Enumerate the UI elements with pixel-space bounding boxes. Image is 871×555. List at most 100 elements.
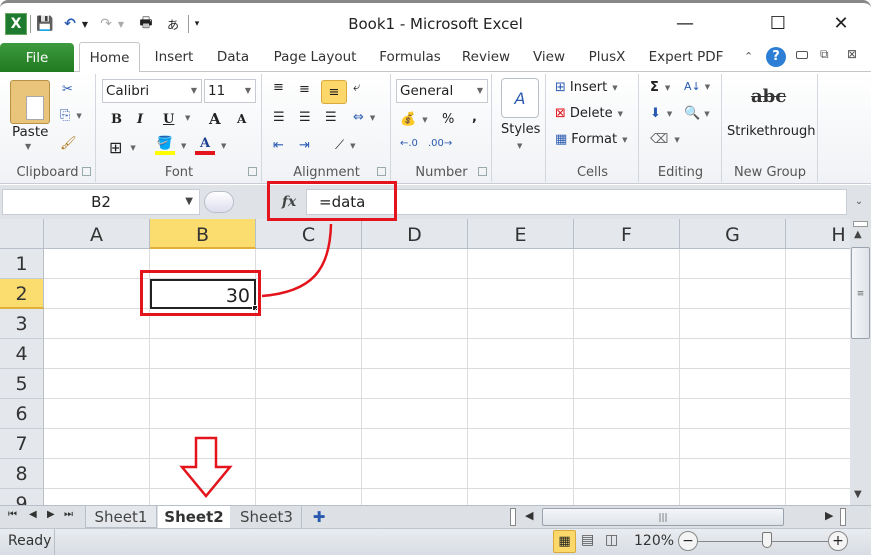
- cell-h9[interactable]: [786, 489, 850, 505]
- column-header-f[interactable]: F: [574, 219, 680, 249]
- tab-expert-pdf[interactable]: Expert PDF: [645, 42, 727, 72]
- scroll-down-icon[interactable]: ▼: [854, 489, 862, 500]
- first-sheet-icon[interactable]: ⏮: [8, 509, 17, 520]
- page-break-view-icon[interactable]: ◫: [605, 532, 618, 548]
- cell-d4[interactable]: [362, 339, 468, 369]
- worksheet-grid[interactable]: A B C D E F G H 1 2 30 3 4 5 6 7 8 9: [0, 219, 850, 505]
- cell-a9[interactable]: [44, 489, 150, 505]
- column-header-c[interactable]: C: [256, 219, 362, 249]
- wrap-text-icon[interactable]: ⤶: [353, 80, 360, 95]
- strikethrough-button[interactable]: Strikethrough: [727, 124, 815, 139]
- cell-a6[interactable]: [44, 399, 150, 429]
- font-color-dropdown-icon[interactable]: ▼: [221, 142, 226, 150]
- number-launcher-icon[interactable]: [478, 167, 487, 176]
- cell-a2[interactable]: [44, 279, 150, 309]
- row-header-5[interactable]: 5: [0, 369, 44, 399]
- cell-h7[interactable]: [786, 429, 850, 459]
- cell-c2[interactable]: [256, 279, 362, 309]
- tab-review[interactable]: Review: [458, 42, 514, 72]
- comma-style-button[interactable]: ,: [472, 110, 477, 125]
- row-header-2[interactable]: 2: [0, 279, 44, 309]
- horizontal-scroll-thumb[interactable]: |||: [542, 508, 784, 526]
- cell-f6[interactable]: [574, 399, 680, 429]
- bold-button[interactable]: B: [111, 112, 122, 127]
- column-header-h[interactable]: H: [786, 219, 850, 249]
- hscroll-split-box[interactable]: [840, 508, 846, 526]
- formula-bar-splitter[interactable]: [204, 191, 234, 213]
- cell-e5[interactable]: [468, 369, 574, 399]
- cell-e8[interactable]: [468, 459, 574, 489]
- cell-c7[interactable]: [256, 429, 362, 459]
- cell-f8[interactable]: [574, 459, 680, 489]
- column-header-e[interactable]: E: [468, 219, 574, 249]
- cut-icon[interactable]: ✂: [62, 82, 73, 97]
- column-header-a[interactable]: A: [44, 219, 150, 249]
- prev-sheet-icon[interactable]: ◀: [29, 509, 37, 520]
- cell-h1[interactable]: [786, 249, 850, 279]
- cell-h2[interactable]: [786, 279, 850, 309]
- font-name-combo[interactable]: Calibri ▼: [102, 79, 202, 103]
- scroll-right-icon[interactable]: ▶: [825, 509, 833, 522]
- tab-home[interactable]: Home: [79, 42, 140, 73]
- cell-a3[interactable]: [44, 309, 150, 339]
- cell-d7[interactable]: [362, 429, 468, 459]
- cell-f5[interactable]: [574, 369, 680, 399]
- styles-icon[interactable]: A: [501, 78, 539, 118]
- cell-b6[interactable]: [150, 399, 256, 429]
- sheet-tab-sheet1[interactable]: Sheet1: [85, 506, 157, 528]
- zoom-in-button[interactable]: +: [828, 531, 848, 551]
- align-bottom-icon[interactable]: ≡: [321, 80, 347, 104]
- cell-e3[interactable]: [468, 309, 574, 339]
- fill-color-dropdown-icon[interactable]: ▼: [181, 142, 186, 150]
- clear-icon[interactable]: ⌫ ▼: [650, 132, 680, 147]
- autosum-button[interactable]: Σ ▼: [650, 80, 670, 95]
- percent-style-button[interactable]: %: [442, 112, 454, 127]
- row-header-7[interactable]: 7: [0, 429, 44, 459]
- cell-h4[interactable]: [786, 339, 850, 369]
- cell-b7[interactable]: [150, 429, 256, 459]
- cell-c8[interactable]: [256, 459, 362, 489]
- align-center-icon[interactable]: ☰: [299, 110, 311, 125]
- close-button[interactable]: ✕: [821, 9, 861, 37]
- cell-g3[interactable]: [680, 309, 786, 339]
- tab-split-box[interactable]: [510, 508, 516, 526]
- next-sheet-icon[interactable]: ▶: [47, 509, 55, 520]
- zoom-out-button[interactable]: −: [678, 531, 698, 551]
- align-right-icon[interactable]: ☰: [325, 110, 337, 125]
- align-left-icon[interactable]: ☰: [273, 110, 285, 125]
- fill-icon[interactable]: ⬇ ▼: [650, 106, 672, 121]
- alignment-launcher-icon[interactable]: [377, 167, 386, 176]
- cell-f1[interactable]: [574, 249, 680, 279]
- cell-c9[interactable]: [256, 489, 362, 505]
- paste-dropdown-icon[interactable]: ▼: [25, 142, 31, 151]
- cell-e4[interactable]: [468, 339, 574, 369]
- vertical-scroll-thumb[interactable]: ≡: [851, 247, 870, 339]
- cell-a7[interactable]: [44, 429, 150, 459]
- cell-g9[interactable]: [680, 489, 786, 505]
- cell-d5[interactable]: [362, 369, 468, 399]
- cell-h5[interactable]: [786, 369, 850, 399]
- cell-d8[interactable]: [362, 459, 468, 489]
- cell-h3[interactable]: [786, 309, 850, 339]
- split-box[interactable]: [853, 221, 868, 227]
- cell-a5[interactable]: [44, 369, 150, 399]
- merge-center-icon[interactable]: ⇔ ▼: [353, 110, 375, 125]
- font-size-combo[interactable]: 11 ▼: [204, 79, 256, 103]
- align-top-icon[interactable]: ≡: [273, 80, 284, 95]
- workbook-close-icon[interactable]: ⊠: [847, 47, 857, 61]
- cell-c6[interactable]: [256, 399, 362, 429]
- decrease-indent-icon[interactable]: ⇤: [273, 138, 284, 153]
- cell-a8[interactable]: [44, 459, 150, 489]
- cell-g6[interactable]: [680, 399, 786, 429]
- cell-d1[interactable]: [362, 249, 468, 279]
- collapse-ribbon-icon[interactable]: ⌃: [744, 50, 753, 63]
- font-launcher-icon[interactable]: [248, 167, 257, 176]
- orientation-icon[interactable]: ⟋ ▼: [335, 138, 356, 153]
- increase-decimal-icon[interactable]: ←.0: [400, 138, 418, 149]
- cell-c4[interactable]: [256, 339, 362, 369]
- scroll-up-icon[interactable]: ▲: [854, 229, 862, 240]
- cell-g1[interactable]: [680, 249, 786, 279]
- cell-d2[interactable]: [362, 279, 468, 309]
- cell-c3[interactable]: [256, 309, 362, 339]
- cell-b5[interactable]: [150, 369, 256, 399]
